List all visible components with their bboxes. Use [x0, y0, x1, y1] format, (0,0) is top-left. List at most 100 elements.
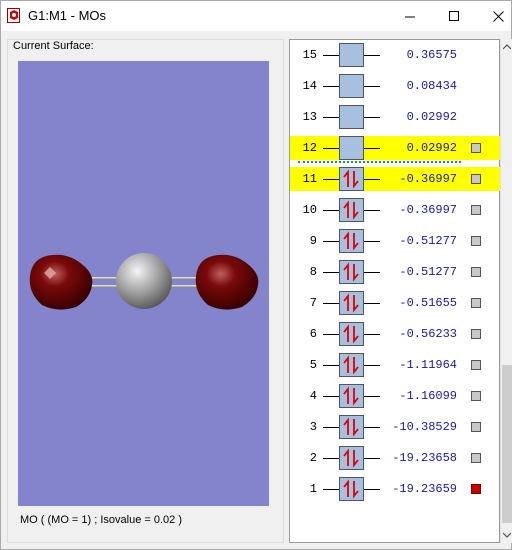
mo-energy: -19.23659 — [392, 482, 457, 496]
electron-pair-icon — [343, 417, 359, 437]
surface-toggle-checkbox[interactable] — [471, 360, 481, 370]
surface-status: MO ( (MO = 1) ; Isovalue = 0.02 ) — [20, 514, 182, 526]
occupied-orbital-box[interactable] — [339, 291, 364, 315]
virtual-orbital-box[interactable] — [339, 136, 364, 160]
mo-row[interactable]: 11 -0.36997 — [290, 167, 500, 191]
level-line-left — [323, 179, 339, 180]
mo-row[interactable]: 12 0.02992 — [290, 136, 500, 160]
current-surface-label: Current Surface: — [12, 40, 95, 52]
occupied-orbital-box[interactable] — [339, 167, 364, 191]
mo-number: 5 — [309, 358, 317, 372]
surface-toggle-checkbox[interactable] — [471, 329, 481, 339]
maximize-icon — [448, 10, 459, 21]
surface-toggle-checkbox[interactable] — [471, 143, 481, 153]
occupied-orbital-box[interactable] — [339, 446, 364, 470]
virtual-orbital-box[interactable] — [339, 105, 364, 129]
level-line-left — [323, 489, 339, 490]
electron-pair-icon — [343, 231, 359, 251]
mo-energy: 0.02992 — [406, 141, 457, 155]
mo-number: 2 — [309, 451, 317, 465]
mo-energy: -0.36997 — [399, 203, 457, 217]
mo-row[interactable]: 13 0.02992 — [290, 105, 500, 129]
level-line-left — [323, 365, 339, 366]
occupied-orbital-box[interactable] — [339, 229, 364, 253]
virtual-orbital-box[interactable] — [339, 43, 364, 67]
mo-row[interactable]: 10 -0.36997 — [290, 198, 500, 222]
mo-energy: -0.51277 — [399, 234, 457, 248]
level-line-left — [323, 303, 339, 304]
surface-toggle-checkbox[interactable] — [471, 484, 481, 494]
mo-number: 12 — [302, 141, 317, 155]
maximize-button[interactable] — [431, 1, 477, 31]
window-title: G1:M1 - MOs — [28, 8, 107, 23]
homo-lumo-divider — [298, 161, 461, 163]
occupied-orbital-box[interactable] — [339, 198, 364, 222]
mo-energy: -19.23658 — [392, 451, 457, 465]
level-line-left — [323, 241, 339, 242]
mo-row[interactable]: 5 -1.11964 — [290, 353, 500, 377]
occupied-orbital-box[interactable] — [339, 415, 364, 439]
occupied-orbital-box[interactable] — [339, 477, 364, 501]
mo-row[interactable]: 15 0.36575 — [290, 43, 500, 67]
level-line-left — [323, 334, 339, 335]
level-line-left — [323, 55, 339, 56]
mo-number: 15 — [302, 48, 317, 62]
mo-row[interactable]: 7 -0.51655 — [290, 291, 500, 315]
mo-number: 3 — [309, 420, 317, 434]
mo-row[interactable]: 4 -1.16099 — [290, 384, 500, 408]
mo-energy: 0.36575 — [406, 48, 457, 62]
minimize-button[interactable] — [387, 1, 433, 31]
occupied-orbital-box[interactable] — [339, 353, 364, 377]
mo-row[interactable]: 8 -0.51277 — [290, 260, 500, 284]
mo-row[interactable]: 1 -19.23659 — [290, 477, 500, 501]
electron-pair-icon — [343, 200, 359, 220]
molecule-viewport[interactable] — [18, 61, 269, 506]
occupied-orbital-box[interactable] — [339, 384, 364, 408]
surface-toggle-checkbox[interactable] — [471, 391, 481, 401]
mo-row[interactable]: 6 -0.56233 — [290, 322, 500, 346]
mo-energy: -0.36997 — [399, 172, 457, 186]
mo-row[interactable]: 9 -0.51277 — [290, 229, 500, 253]
mo-energy: 0.08434 — [406, 79, 457, 93]
virtual-orbital-box[interactable] — [339, 74, 364, 98]
mo-window: G1:M1 - MOs Current Surface: MO ((MO = … — [0, 0, 512, 550]
occupied-orbital-box[interactable] — [339, 260, 364, 284]
surface-toggle-checkbox[interactable] — [471, 453, 481, 463]
co2-molecule — [29, 253, 259, 310]
mo-list-scrollbar[interactable] — [500, 39, 512, 543]
surface-toggle-checkbox[interactable] — [471, 298, 481, 308]
scroll-up-button[interactable] — [501, 39, 512, 55]
title-bar: G1:M1 - MOs — [1, 1, 511, 31]
oxygen-left-orbital — [29, 254, 93, 310]
electron-pair-icon — [343, 386, 359, 406]
mo-energy: -0.51277 — [399, 265, 457, 279]
close-icon — [492, 10, 504, 22]
surface-toggle-checkbox[interactable] — [471, 422, 481, 432]
oxygen-right-orbital — [195, 254, 259, 310]
level-line-left — [323, 148, 339, 149]
surface-toggle-checkbox[interactable] — [471, 236, 481, 246]
level-line-left — [323, 86, 339, 87]
mo-list[interactable]: 15 0.36575 14 0.08434 13 0.02992 12 0.02992 11 -0… — [289, 39, 500, 543]
scroll-thumb[interactable] — [502, 365, 512, 523]
mo-row[interactable]: 14 0.08434 — [290, 74, 500, 98]
surface-toggle-checkbox[interactable] — [471, 205, 481, 215]
level-line-left — [323, 272, 339, 273]
occupied-orbital-box[interactable] — [339, 322, 364, 346]
scroll-down-button[interactable] — [501, 527, 512, 543]
close-button[interactable] — [475, 1, 512, 31]
mo-number: 10 — [302, 203, 317, 217]
mo-number: 8 — [309, 265, 317, 279]
electron-pair-icon — [343, 355, 359, 375]
current-surface-group: Current Surface: MO ((MO = 1) ; Isovalu… — [7, 39, 284, 543]
surface-toggle-checkbox[interactable] — [471, 174, 481, 184]
mo-row[interactable]: 2 -19.23658 — [290, 446, 500, 470]
electron-pair-icon — [343, 448, 359, 468]
mo-row[interactable]: 3 -10.38529 — [290, 415, 500, 439]
electron-pair-icon — [343, 262, 359, 282]
surface-toggle-checkbox[interactable] — [471, 267, 481, 277]
electron-pair-icon — [343, 169, 359, 189]
mo-energy: -1.16099 — [399, 389, 457, 403]
mo-number: 14 — [302, 79, 317, 93]
electron-pair-icon — [343, 293, 359, 313]
